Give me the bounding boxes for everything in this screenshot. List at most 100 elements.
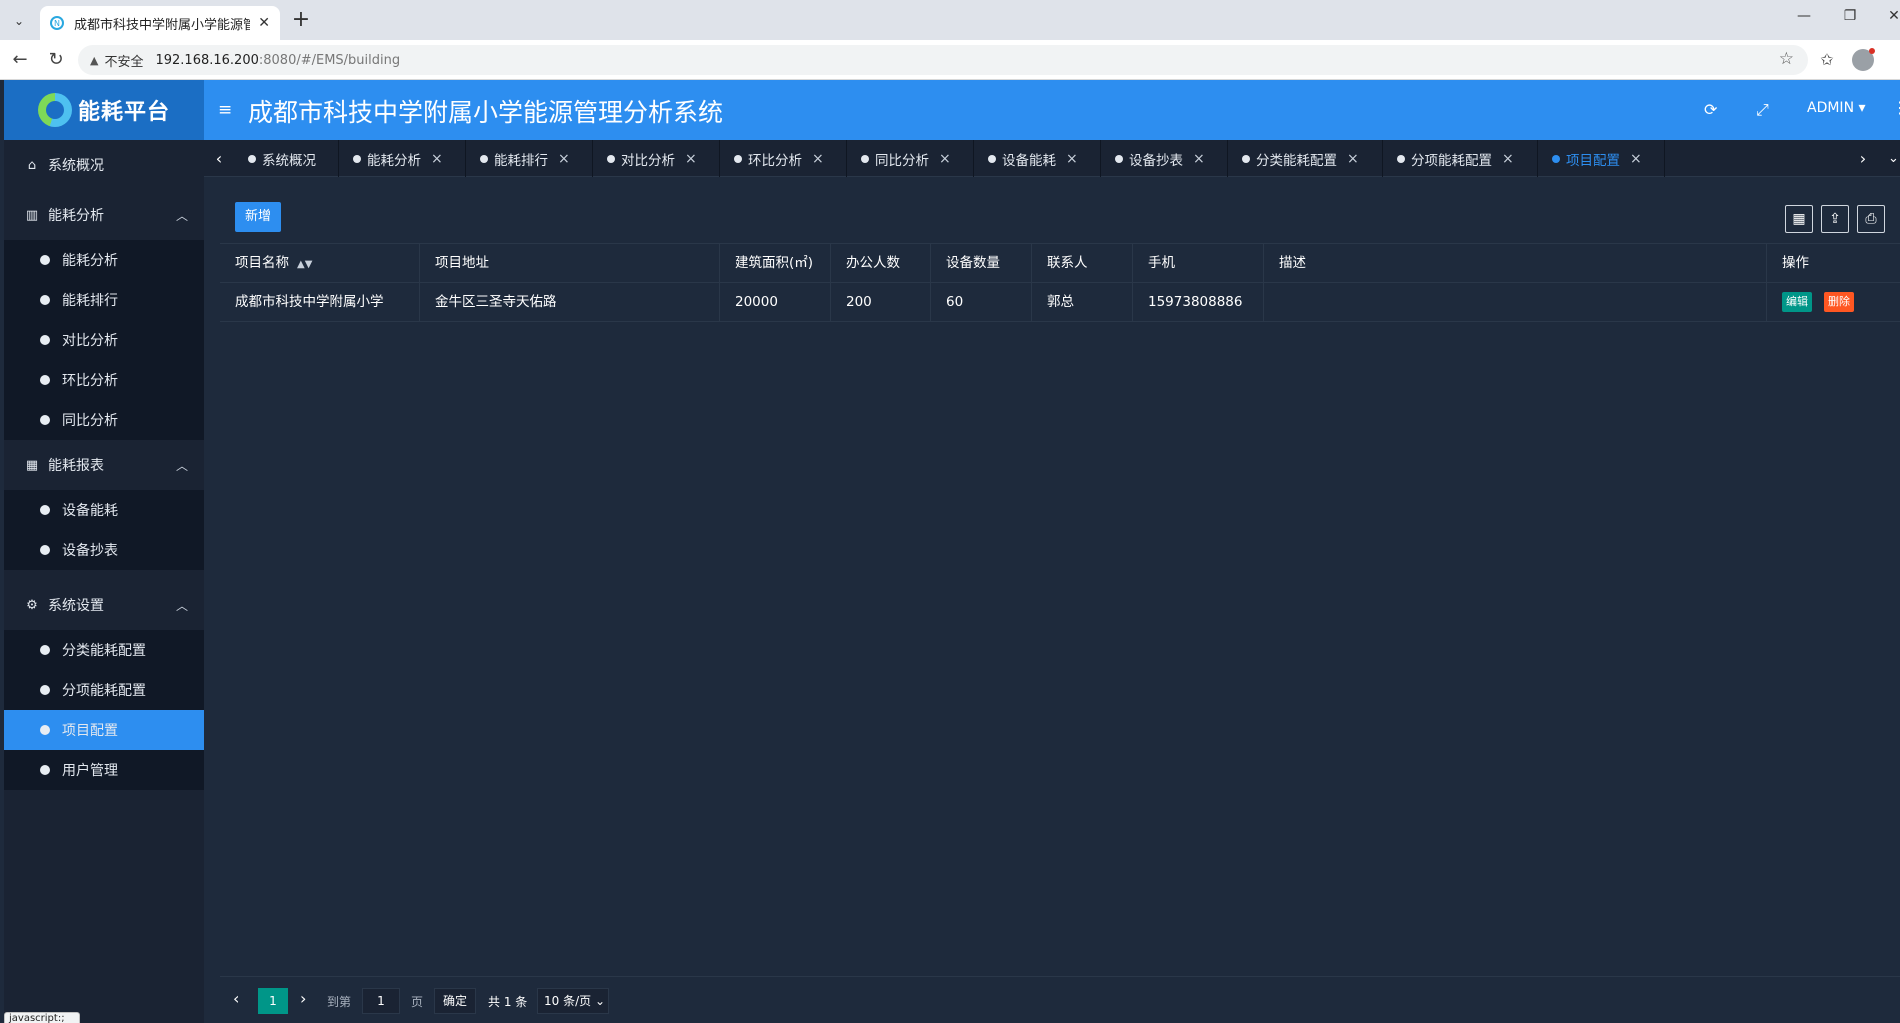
tab-label: 分类能耗配置 xyxy=(1256,152,1337,169)
sidebar-item-comparison[interactable]: 对比分析 xyxy=(4,320,204,360)
sidebar-submenu-settings: 分类能耗配置 分项能耗配置 项目配置 用户管理 xyxy=(4,630,204,790)
sidebar-item-user-management[interactable]: 用户管理 xyxy=(4,750,204,790)
prev-page-icon[interactable]: ‹ xyxy=(233,989,239,1008)
fullscreen-icon[interactable]: ⤢ xyxy=(1756,100,1769,120)
user-menu[interactable]: ADMIN ▾ xyxy=(1807,100,1866,116)
tab-dot-icon xyxy=(734,154,742,163)
tab-close-icon[interactable]: × xyxy=(431,151,443,167)
tab-mom[interactable]: 环比分析 × xyxy=(720,140,847,177)
print-icon[interactable]: ⎙ xyxy=(1857,205,1885,233)
tab-scroll-right-icon[interactable]: › xyxy=(1848,140,1878,177)
cell-device-count: 60 xyxy=(931,283,1032,322)
sidebar-item-label: 设备抄表 xyxy=(62,543,118,559)
tab-project-config[interactable]: 项目配置 × xyxy=(1538,140,1665,177)
table-row: 成都市科技中学附属小学 金牛区三圣寺天佑路 20000 200 60 郭总 15… xyxy=(220,283,1900,322)
sort-icon[interactable]: ▲▼ xyxy=(297,259,312,270)
sidebar-item-label: 同比分析 xyxy=(62,413,118,429)
favorites-icon[interactable]: ✩ xyxy=(1816,49,1838,71)
tab-overview[interactable]: 系统概况 xyxy=(234,140,339,177)
tab-meter-reading[interactable]: 设备抄表 × xyxy=(1101,140,1228,177)
tab-close-icon[interactable]: × xyxy=(1347,151,1359,167)
new-tab-plus-icon[interactable]: + xyxy=(288,8,314,34)
refresh-icon[interactable]: ⟳ xyxy=(1704,100,1717,119)
sidebar: ⌂ 系统概况 ▥ 能耗分析 ︿ 能耗分析 能耗排行 对比分析 环比分析 同比分析… xyxy=(4,140,204,1023)
page-number-current[interactable]: 1 xyxy=(258,988,288,1014)
goto-page-input[interactable] xyxy=(362,988,400,1014)
add-button[interactable]: 新增 xyxy=(235,202,281,232)
bullet-icon xyxy=(40,765,50,775)
sidebar-item-overview[interactable]: ⌂ 系统概况 xyxy=(4,140,204,190)
tab-label: 能耗排行 xyxy=(494,152,548,169)
cell-building-area: 20000 xyxy=(720,283,831,322)
tab-close-icon[interactable]: × xyxy=(1193,151,1205,167)
next-page-icon[interactable]: › xyxy=(300,989,306,1008)
tab-close-icon[interactable]: × xyxy=(939,151,951,167)
tab-close-icon[interactable]: × xyxy=(1066,151,1078,167)
tab-dot-icon xyxy=(1397,154,1405,163)
tab-close-icon[interactable]: × xyxy=(685,151,697,167)
sidebar-group-energy-analysis[interactable]: ▥ 能耗分析 ︿ xyxy=(4,190,204,240)
sidebar-item-label: 对比分析 xyxy=(62,333,118,349)
tab-comparison[interactable]: 对比分析 × xyxy=(593,140,720,177)
tab-subitem-config[interactable]: 分项能耗配置 × xyxy=(1383,140,1538,177)
sidebar-item-mom[interactable]: 环比分析 xyxy=(4,360,204,400)
columns-filter-icon[interactable]: ▦ xyxy=(1785,205,1813,233)
cell-actions: 编辑 删除 xyxy=(1767,283,1900,322)
tab-close-icon[interactable]: × xyxy=(1502,151,1514,167)
restore-window-icon[interactable]: ❐ xyxy=(1838,8,1862,24)
export-icon[interactable]: ⇪ xyxy=(1821,205,1849,233)
cell-description xyxy=(1264,283,1767,322)
sidebar-item-energy-analysis[interactable]: 能耗分析 xyxy=(4,240,204,280)
close-window-icon[interactable]: ✕ xyxy=(1882,8,1900,24)
menu-toggle-icon[interactable]: ≡ xyxy=(218,100,232,120)
cell-project-name: 成都市科技中学附属小学 xyxy=(220,283,420,322)
tab-category-config[interactable]: 分类能耗配置 × xyxy=(1228,140,1383,177)
tab-energy-ranking[interactable]: 能耗排行 × xyxy=(466,140,593,177)
logo: 能耗平台 xyxy=(4,80,204,140)
sidebar-submenu-energy-report: 设备能耗 设备抄表 xyxy=(4,490,204,570)
sidebar-item-yoy[interactable]: 同比分析 xyxy=(4,400,204,440)
delete-button[interactable]: 删除 xyxy=(1824,292,1854,312)
sidebar-item-energy-ranking[interactable]: 能耗排行 xyxy=(4,280,204,320)
sidebar-group-energy-report[interactable]: ▦ 能耗报表 ︿ xyxy=(4,440,204,490)
edit-button[interactable]: 编辑 xyxy=(1782,292,1812,312)
sidebar-item-project-config[interactable]: 项目配置 xyxy=(4,710,204,750)
address-bar[interactable]: ▲ 不安全 192.168.16.200:8080/#/EMS/building… xyxy=(78,45,1808,75)
site-favicon-icon: N xyxy=(50,16,64,30)
goto-confirm-button[interactable]: 确定 xyxy=(434,988,476,1014)
tab-yoy[interactable]: 同比分析 × xyxy=(847,140,974,177)
url-host: 192.168.16.200 xyxy=(155,52,259,68)
tab-close-icon[interactable]: × xyxy=(558,151,570,167)
tab-search-chevron-icon[interactable]: ⌄ xyxy=(6,9,32,33)
total-count: 共 1 条 xyxy=(488,995,528,1009)
tab-close-icon[interactable]: × xyxy=(812,151,824,167)
url-path: :8080/#/EMS/building xyxy=(258,52,401,68)
column-header-contact: 联系人 xyxy=(1032,244,1133,283)
column-header-staff: 办公人数 xyxy=(831,244,931,283)
browser-tab-active[interactable]: N 成都市科技中学附属小学能源管理 ✕ xyxy=(40,6,280,40)
sidebar-group-settings[interactable]: ⚙ 系统设置 ︿ xyxy=(4,580,204,630)
sidebar-item-label: 系统概况 xyxy=(48,158,104,174)
tab-scroll-left-icon[interactable]: ‹ xyxy=(204,140,234,177)
tab-label: 同比分析 xyxy=(875,152,929,169)
sidebar-item-subitem-config[interactable]: 分项能耗配置 xyxy=(4,670,204,710)
tab-device-energy[interactable]: 设备能耗 × xyxy=(974,140,1101,177)
sidebar-item-category-config[interactable]: 分类能耗配置 xyxy=(4,630,204,670)
chevron-down-icon: ⌄ xyxy=(594,994,606,1008)
tab-energy-analysis[interactable]: 能耗分析 × xyxy=(339,140,466,177)
bookmark-star-icon[interactable]: ☆ xyxy=(1779,49,1794,69)
page-size-select[interactable]: 10 条/页 ⌄ xyxy=(537,988,609,1014)
tab-label: 对比分析 xyxy=(621,152,675,169)
back-arrow-icon[interactable]: ← xyxy=(8,48,32,72)
tab-dropdown-chevron-icon[interactable]: ⌄ xyxy=(1888,140,1899,177)
more-vertical-icon[interactable]: ⋮ xyxy=(1892,98,1900,117)
tab-dot-icon xyxy=(248,154,256,163)
reload-icon[interactable]: ↻ xyxy=(44,48,68,72)
close-tab-icon[interactable]: ✕ xyxy=(258,15,270,31)
sidebar-item-device-energy[interactable]: 设备能耗 xyxy=(4,490,204,530)
column-header-name[interactable]: 项目名称 ▲▼ xyxy=(220,244,420,283)
sidebar-item-meter-reading[interactable]: 设备抄表 xyxy=(4,530,204,570)
minimize-window-icon[interactable]: — xyxy=(1792,8,1816,24)
tab-close-icon[interactable]: × xyxy=(1630,151,1642,167)
chevron-up-icon: ︿ xyxy=(175,459,188,473)
